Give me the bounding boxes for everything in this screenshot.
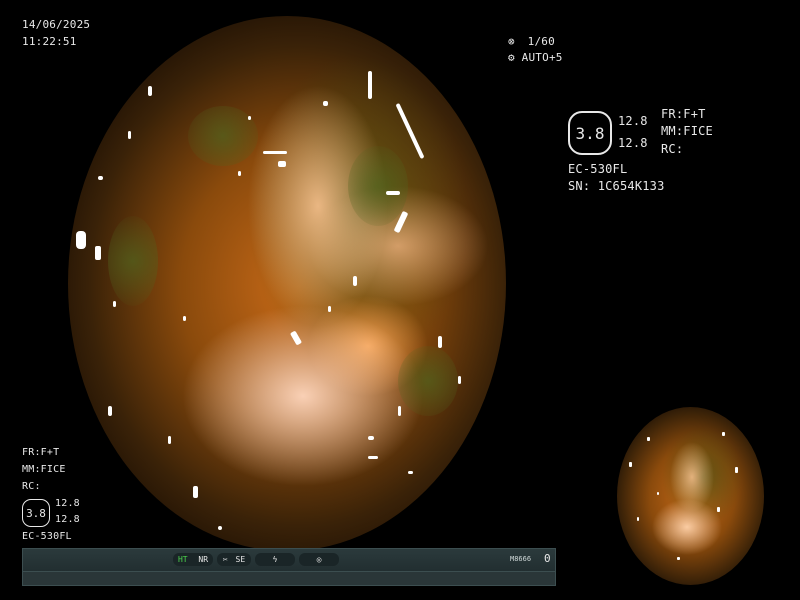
left-rc: RC: bbox=[22, 481, 41, 492]
status-code: M8666 bbox=[510, 555, 532, 563]
ht-indicator: HT bbox=[177, 555, 188, 564]
left-scope-model: EC-530FL bbox=[22, 531, 72, 542]
auto-exposure-value: AUTO+5 bbox=[521, 51, 563, 64]
status-count: 0 bbox=[544, 552, 551, 565]
left-frame-mode: FR:F+T bbox=[22, 447, 60, 458]
left-magnification-badge: 3.8 bbox=[22, 499, 50, 527]
scissors-icon: ✂ bbox=[222, 555, 228, 564]
right-mm-mode: MM:FICE bbox=[661, 124, 713, 138]
auto-exposure-icon: ⚙ bbox=[508, 51, 515, 64]
status-bar-bottom bbox=[23, 571, 555, 585]
se-indicator: SE bbox=[235, 555, 246, 564]
shutter-icon: ⊗ bbox=[508, 35, 515, 48]
nr-indicator: NR bbox=[198, 555, 209, 564]
flash-icon: ϟ bbox=[272, 555, 278, 564]
ht-nr-segment[interactable]: HT NR bbox=[173, 553, 213, 566]
camera-icon: ◎ bbox=[316, 555, 322, 564]
status-bar-top: HT NR ✂ SE ϟ ◎ M8666 0 bbox=[23, 549, 555, 570]
thumbnail-endoscope-view[interactable] bbox=[617, 407, 764, 585]
magnification-badge: 3.8 bbox=[568, 111, 612, 155]
auto-exposure-readout: ⚙ AUTO+5 bbox=[508, 51, 563, 65]
camera-segment[interactable]: ◎ bbox=[299, 553, 339, 566]
left-mm-mode: MM:FICE bbox=[22, 464, 66, 475]
se-segment[interactable]: ✂ SE bbox=[217, 553, 251, 566]
status-bar: HT NR ✂ SE ϟ ◎ M8666 0 bbox=[22, 548, 556, 586]
main-endoscope-view bbox=[68, 16, 506, 551]
right-serial-number: SN: 1C654K133 bbox=[568, 179, 665, 193]
left-value-top: 12.8 bbox=[55, 498, 80, 509]
right-scope-model: EC-530FL bbox=[568, 162, 628, 176]
shutter-readout: ⊗ 1/60 bbox=[508, 35, 555, 49]
right-value-bottom: 12.8 bbox=[618, 136, 648, 150]
shutter-value: 1/60 bbox=[527, 35, 555, 48]
left-value-bottom: 12.8 bbox=[55, 514, 80, 525]
timestamp-date: 14/06/2025 bbox=[22, 18, 91, 31]
right-rc: RC: bbox=[661, 142, 684, 156]
timestamp-time: 11:22:51 bbox=[22, 35, 77, 48]
right-frame-mode: FR:F+T bbox=[661, 107, 706, 121]
flash-segment[interactable]: ϟ bbox=[255, 553, 295, 566]
right-value-top: 12.8 bbox=[618, 114, 648, 128]
